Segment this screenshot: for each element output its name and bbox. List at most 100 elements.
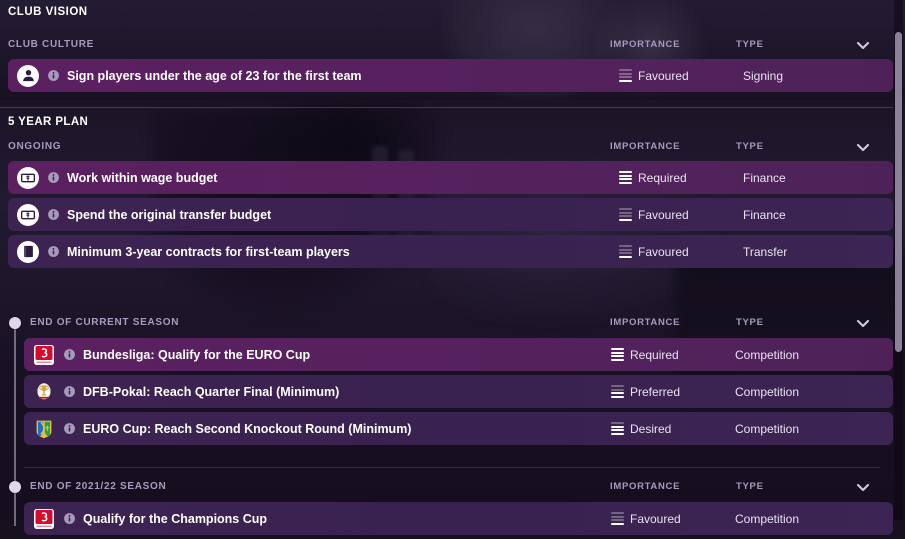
chevron-down-icon[interactable]: [855, 37, 871, 53]
info-icon[interactable]: [47, 171, 60, 184]
objective-importance: Required: [619, 171, 687, 185]
objective-row[interactable]: Qualify for the Champions Cup Favoured Com…: [24, 502, 893, 535]
info-icon[interactable]: [63, 385, 76, 398]
group-label-ongoing: ONGOING: [8, 141, 62, 152]
objective-label: Minimum 3-year contracts for first-team …: [67, 244, 350, 259]
info-icon[interactable]: [47, 69, 60, 82]
objective-importance: Favoured: [619, 245, 689, 259]
row-list-club-culture: Sign players under the age of 23 for the…: [0, 59, 905, 92]
info-icon[interactable]: [63, 512, 76, 525]
column-header-importance: IMPORTANCE: [610, 39, 681, 50]
objective-importance: Desired: [611, 422, 671, 436]
importance-bars-icon: [619, 171, 632, 184]
objective-type: Transfer: [743, 244, 788, 259]
person-icon: [17, 64, 39, 87]
column-header-type: TYPE: [736, 317, 764, 328]
objective-type: Competition: [735, 511, 800, 526]
column-header-importance: IMPORTANCE: [610, 481, 681, 492]
objective-label: Bundesliga: Qualify for the EURO Cup: [83, 347, 311, 362]
chevron-down-icon[interactable]: [855, 315, 871, 331]
objective-label: DFB-Pokal: Reach Quarter Final (Minimum): [83, 384, 340, 399]
group-label-end-of-current-season: END OF CURRENT SEASON: [30, 317, 180, 328]
objective-row[interactable]: Spend the original transfer budget Favour…: [8, 198, 893, 231]
objective-importance: Required: [611, 348, 679, 362]
bundesliga-badge-icon: [34, 344, 54, 365]
importance-label: Preferred: [630, 384, 681, 399]
importance-bars-icon: [619, 69, 632, 82]
column-header-type: TYPE: [736, 481, 764, 492]
objective-importance: Favoured: [619, 69, 689, 83]
section-title-club-culture: CLUB CULTURE: [8, 39, 94, 50]
objective-type: Signing: [743, 68, 784, 83]
section-title-five-year-plan: 5 YEAR PLAN: [8, 116, 89, 128]
importance-bars-icon: [611, 385, 624, 398]
dfb-pokal-badge-icon: [34, 382, 54, 402]
section-five-year-plan: 5 YEAR PLAN ONGOING IMPORTANCE TYPE Work…: [0, 116, 905, 272]
objective-row[interactable]: EURO Cup: Reach Second Knockout Round (M…: [24, 412, 893, 445]
objective-label: Sign players under the age of 23 for the…: [67, 68, 362, 83]
objective-icon: [17, 240, 39, 263]
divider: [24, 467, 880, 468]
page-title: CLUB VISION: [8, 6, 88, 18]
objective-icon: [17, 64, 39, 87]
section-club-culture: CLUB CULTURE IMPORTANCE TYPE Sign player…: [0, 36, 905, 96]
divider: [0, 107, 893, 108]
objective-icon: [33, 418, 55, 440]
objective-icon: [33, 381, 55, 403]
importance-label: Required: [638, 170, 687, 185]
objective-importance: Favoured: [619, 208, 689, 222]
chevron-down-icon[interactable]: [855, 139, 871, 155]
club-vision-page: CLUB VISION CLUB CULTURE IMPORTANCE TYPE…: [0, 0, 905, 535]
objective-type: Finance: [743, 170, 786, 185]
objective-type: Competition: [735, 421, 800, 436]
importance-bars-icon: [611, 348, 624, 361]
objective-label: Spend the original transfer budget: [67, 207, 272, 222]
importance-label: Favoured: [638, 207, 689, 222]
importance-label: Required: [630, 347, 679, 362]
objective-type: Competition: [735, 384, 800, 399]
scrollbar-thumb[interactable]: [895, 32, 902, 352]
importance-label: Favoured: [630, 511, 681, 526]
objective-row[interactable]: Sign players under the age of 23 for the…: [8, 59, 893, 92]
banknote-icon: [17, 166, 39, 189]
chevron-down-icon[interactable]: [855, 479, 871, 495]
objective-icon: [33, 508, 55, 530]
column-header-importance: IMPORTANCE: [610, 141, 681, 152]
objective-importance: Favoured: [611, 512, 681, 526]
info-icon[interactable]: [63, 348, 76, 361]
objective-icon: [33, 344, 55, 366]
info-icon[interactable]: [63, 422, 76, 435]
column-header-end-of-current-season: END OF CURRENT SEASON IMPORTANCE TYPE: [0, 314, 905, 334]
column-header-ongoing: ONGOING IMPORTANCE TYPE: [0, 138, 905, 158]
info-icon[interactable]: [47, 245, 60, 258]
info-icon[interactable]: [47, 208, 60, 221]
importance-bars-icon: [619, 245, 632, 258]
contract-icon: [17, 240, 39, 263]
importance-bars-icon: [611, 512, 624, 525]
importance-label: Favoured: [638, 244, 689, 259]
column-header-club-culture: CLUB CULTURE IMPORTANCE TYPE: [0, 36, 905, 56]
column-header-type: TYPE: [736, 141, 764, 152]
objective-icon: [17, 203, 39, 226]
row-list-end-of-2021-22-season: Qualify for the Champions Cup Favoured Com…: [24, 502, 893, 535]
row-list-ongoing: Work within wage budget Required Finance Sp…: [0, 161, 905, 268]
row-list-end-of-current-season: Bundesliga: Qualify for the EURO Cup Requ…: [24, 338, 893, 445]
section-end-of-current-season: END OF CURRENT SEASON IMPORTANCE TYPE Bu…: [0, 314, 905, 449]
euro-cup-badge-icon: [34, 419, 54, 439]
importance-bars-icon: [611, 422, 624, 435]
importance-label: Desired: [630, 421, 672, 436]
objective-type: Finance: [743, 207, 786, 222]
bundesliga-badge-icon: [34, 508, 54, 529]
objective-row[interactable]: Bundesliga: Qualify for the EURO Cup Requ…: [24, 338, 893, 371]
objective-label: Qualify for the Champions Cup: [83, 511, 268, 526]
objective-row[interactable]: DFB-Pokal: Reach Quarter Final (Minimum)…: [24, 375, 893, 408]
objective-row[interactable]: Work within wage budget Required Finance: [8, 161, 893, 194]
column-header-end-of-2021-22-season: END OF 2021/22 SEASON IMPORTANCE TYPE: [0, 478, 905, 498]
importance-bars-icon: [619, 208, 632, 221]
objective-icon: [17, 166, 39, 189]
objective-importance: Preferred: [611, 385, 680, 399]
column-header-type: TYPE: [736, 39, 764, 50]
objective-label: Work within wage budget: [67, 170, 218, 185]
group-label-end-of-2021-22-season: END OF 2021/22 SEASON: [30, 481, 167, 492]
objective-row[interactable]: Minimum 3-year contracts for first-team …: [8, 235, 893, 268]
